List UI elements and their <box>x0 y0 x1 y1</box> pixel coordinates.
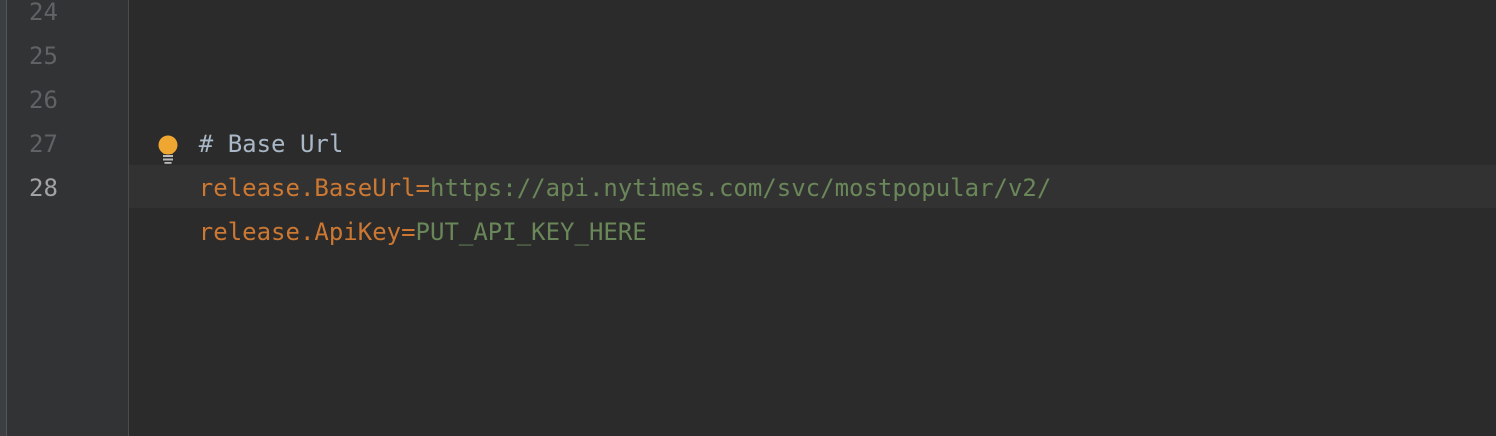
property-value: PUT_API_KEY_HERE <box>415 218 647 246</box>
code-line-27[interactable]: release.BaseUrl=https://api.nytimes.com/… <box>141 122 1052 202</box>
line-number-24: 24 <box>29 0 58 26</box>
code-editor[interactable]: 24 25 26 27 28 # Base Url release.BaseUr… <box>0 0 1496 436</box>
gutter-divider <box>128 0 129 436</box>
line-number-26: 26 <box>29 86 58 114</box>
line-number-28: 28 <box>29 174 58 202</box>
code-line-26[interactable]: # Base Url <box>141 78 344 158</box>
property-key: release.ApiKey <box>198 218 402 246</box>
line-number-27: 27 <box>29 130 58 158</box>
code-line-28[interactable]: release.ApiKey=PUT_API_KEY_HERE <box>141 166 647 246</box>
equals-sign: = <box>401 218 416 246</box>
line-number-25: 25 <box>29 42 58 70</box>
line-number-gutter[interactable]: 24 25 26 27 28 <box>7 0 128 436</box>
lightbulb-icon[interactable] <box>157 134 179 164</box>
